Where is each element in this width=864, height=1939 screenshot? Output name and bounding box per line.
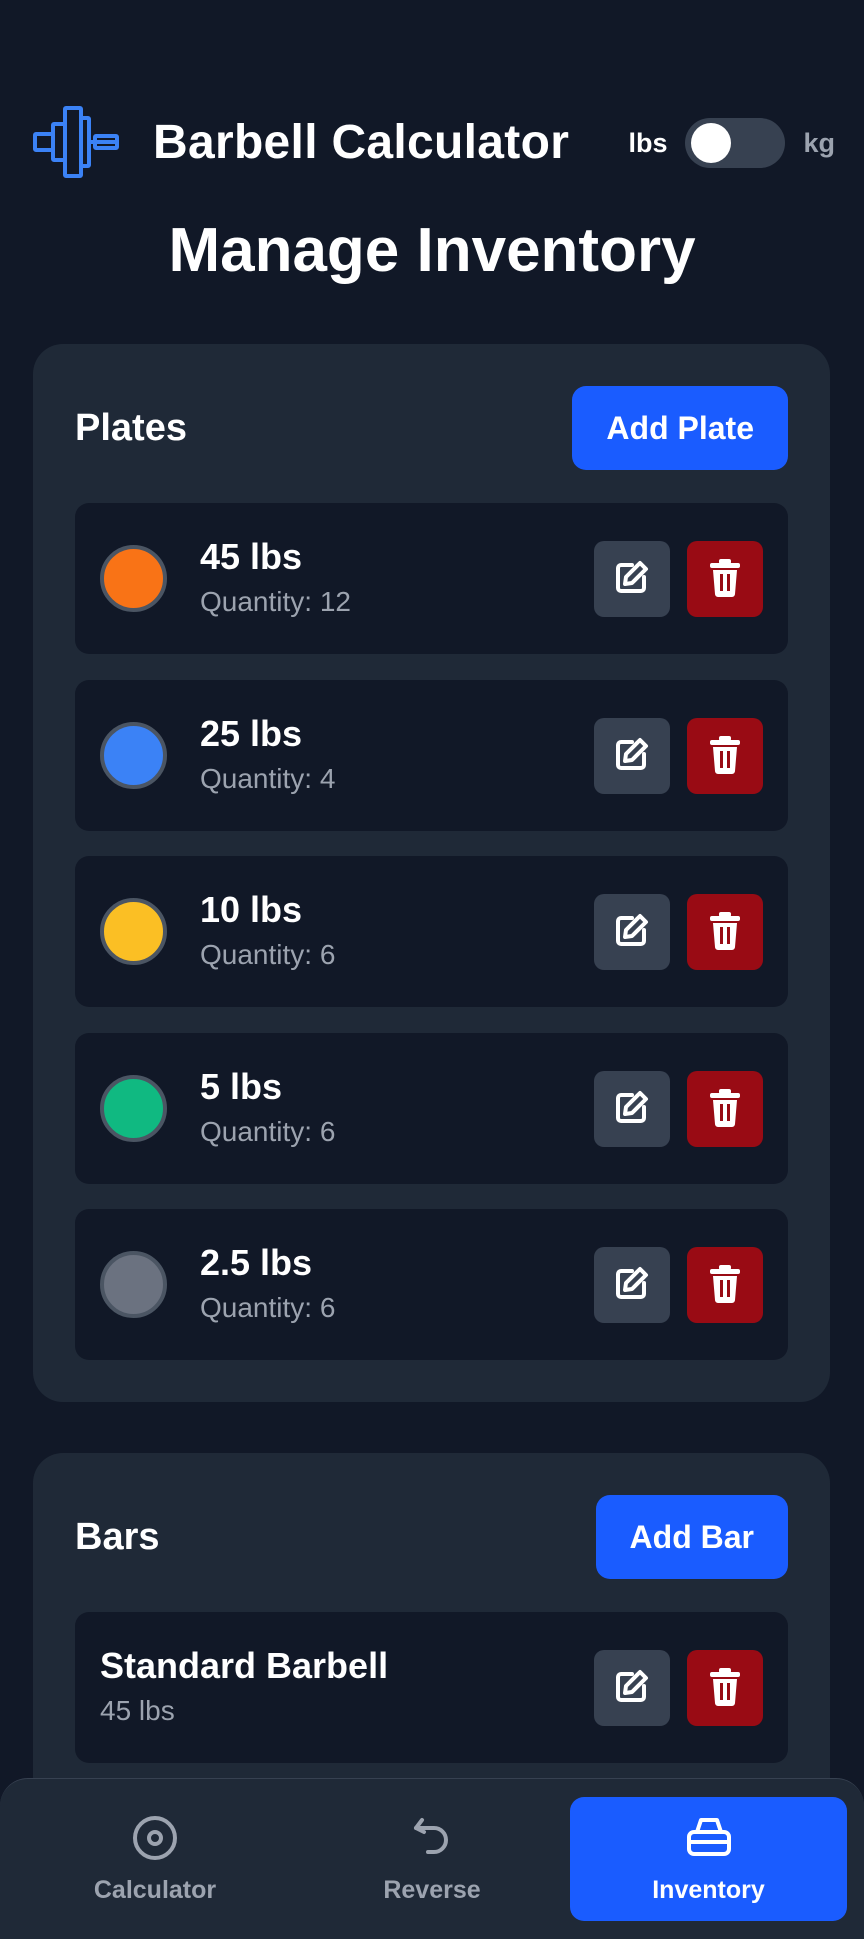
plate-row: 25 lbs Quantity: 4 [75,680,788,831]
trash-icon [707,1666,743,1711]
nav-label: Inventory [652,1875,765,1904]
plate-weight: 45 lbs [200,536,303,577]
delete-plate-button[interactable] [687,1247,763,1323]
bars-title: Bars [75,1515,160,1558]
edit-icon [612,1666,652,1711]
trash-icon [707,1263,743,1308]
edit-icon [612,910,652,955]
plate-weight: 25 lbs [200,713,303,754]
plates-card-header: Plates Add Plate [75,386,788,470]
barbell-logo-icon [33,104,119,180]
undo-arrow-icon [414,1817,448,1854]
add-plate-button[interactable]: Add Plate [572,386,788,470]
switch-knob [691,123,732,163]
delete-plate-button[interactable] [687,541,763,617]
plate-quantity: Quantity: 12 [200,586,351,617]
bar-weight: 45 lbs [100,1695,175,1726]
page-title: Manage Inventory [168,216,696,285]
plate-quantity: Quantity: 6 [200,1116,336,1147]
trash-icon [707,557,743,602]
nav-label: Reverse [383,1875,481,1904]
plate-weight: 2.5 lbs [200,1242,313,1283]
plate-color-swatch [100,722,167,789]
plate-color-swatch [100,1075,167,1142]
unit-label-kg: kg [803,127,835,158]
target-icon [133,1815,177,1860]
unit-label-lbs: lbs [628,127,668,158]
edit-plate-button[interactable] [594,718,670,794]
plate-quantity: Quantity: 6 [200,939,336,970]
nav-label: Calculator [93,1875,217,1904]
plate-row: 5 lbs Quantity: 6 [75,1033,788,1184]
unit-switch[interactable] [685,118,786,168]
bars-card-header: Bars Add Bar [75,1495,788,1579]
stack-icon [686,1817,731,1856]
delete-plate-button[interactable] [687,718,763,794]
edit-icon [612,557,652,602]
edit-icon [612,734,652,779]
delete-bar-button[interactable] [687,1650,763,1726]
trash-icon [707,910,743,955]
nav-inventory[interactable]: Inventory [570,1797,847,1921]
nav-reverse[interactable]: Reverse [337,1797,527,1921]
app-title: Barbell Calculator [153,115,570,169]
edit-plate-button[interactable] [594,1247,670,1323]
page: Barbell Calculator lbs kg Manage Invento… [0,0,864,1939]
plate-color-swatch [100,898,167,965]
bar-row: Standard Barbell 45 lbs [75,1612,788,1763]
nav-calculator[interactable]: Calculator [60,1797,250,1921]
plate-quantity: Quantity: 6 [200,1292,336,1323]
edit-bar-button[interactable] [594,1650,670,1726]
plate-color-swatch [100,1251,167,1318]
plate-weight: 5 lbs [200,1066,283,1107]
plate-row: 10 lbs Quantity: 6 [75,856,788,1007]
unit-toggle: lbs kg [628,118,835,168]
delete-plate-button[interactable] [687,894,763,970]
delete-plate-button[interactable] [687,1071,763,1147]
plate-color-swatch [100,545,167,612]
bar-name: Standard Barbell [100,1645,389,1686]
plate-weight: 10 lbs [200,889,303,930]
edit-plate-button[interactable] [594,541,670,617]
trash-icon [707,734,743,779]
plate-quantity: Quantity: 4 [200,763,336,794]
bottom-nav: Calculator Reverse Inventory [0,1778,864,1939]
edit-plate-button[interactable] [594,1071,670,1147]
plates-card: Plates Add Plate 45 lbs Quantity: 12 25 … [33,344,830,1402]
plate-row: 45 lbs Quantity: 12 [75,503,788,654]
trash-icon [707,1087,743,1132]
edit-icon [612,1263,652,1308]
edit-plate-button[interactable] [594,894,670,970]
plates-title: Plates [75,406,187,449]
edit-icon [612,1087,652,1132]
app-header: Barbell Calculator lbs kg [33,104,835,180]
add-bar-button[interactable]: Add Bar [595,1495,788,1579]
plate-row: 2.5 lbs Quantity: 6 [75,1209,788,1360]
